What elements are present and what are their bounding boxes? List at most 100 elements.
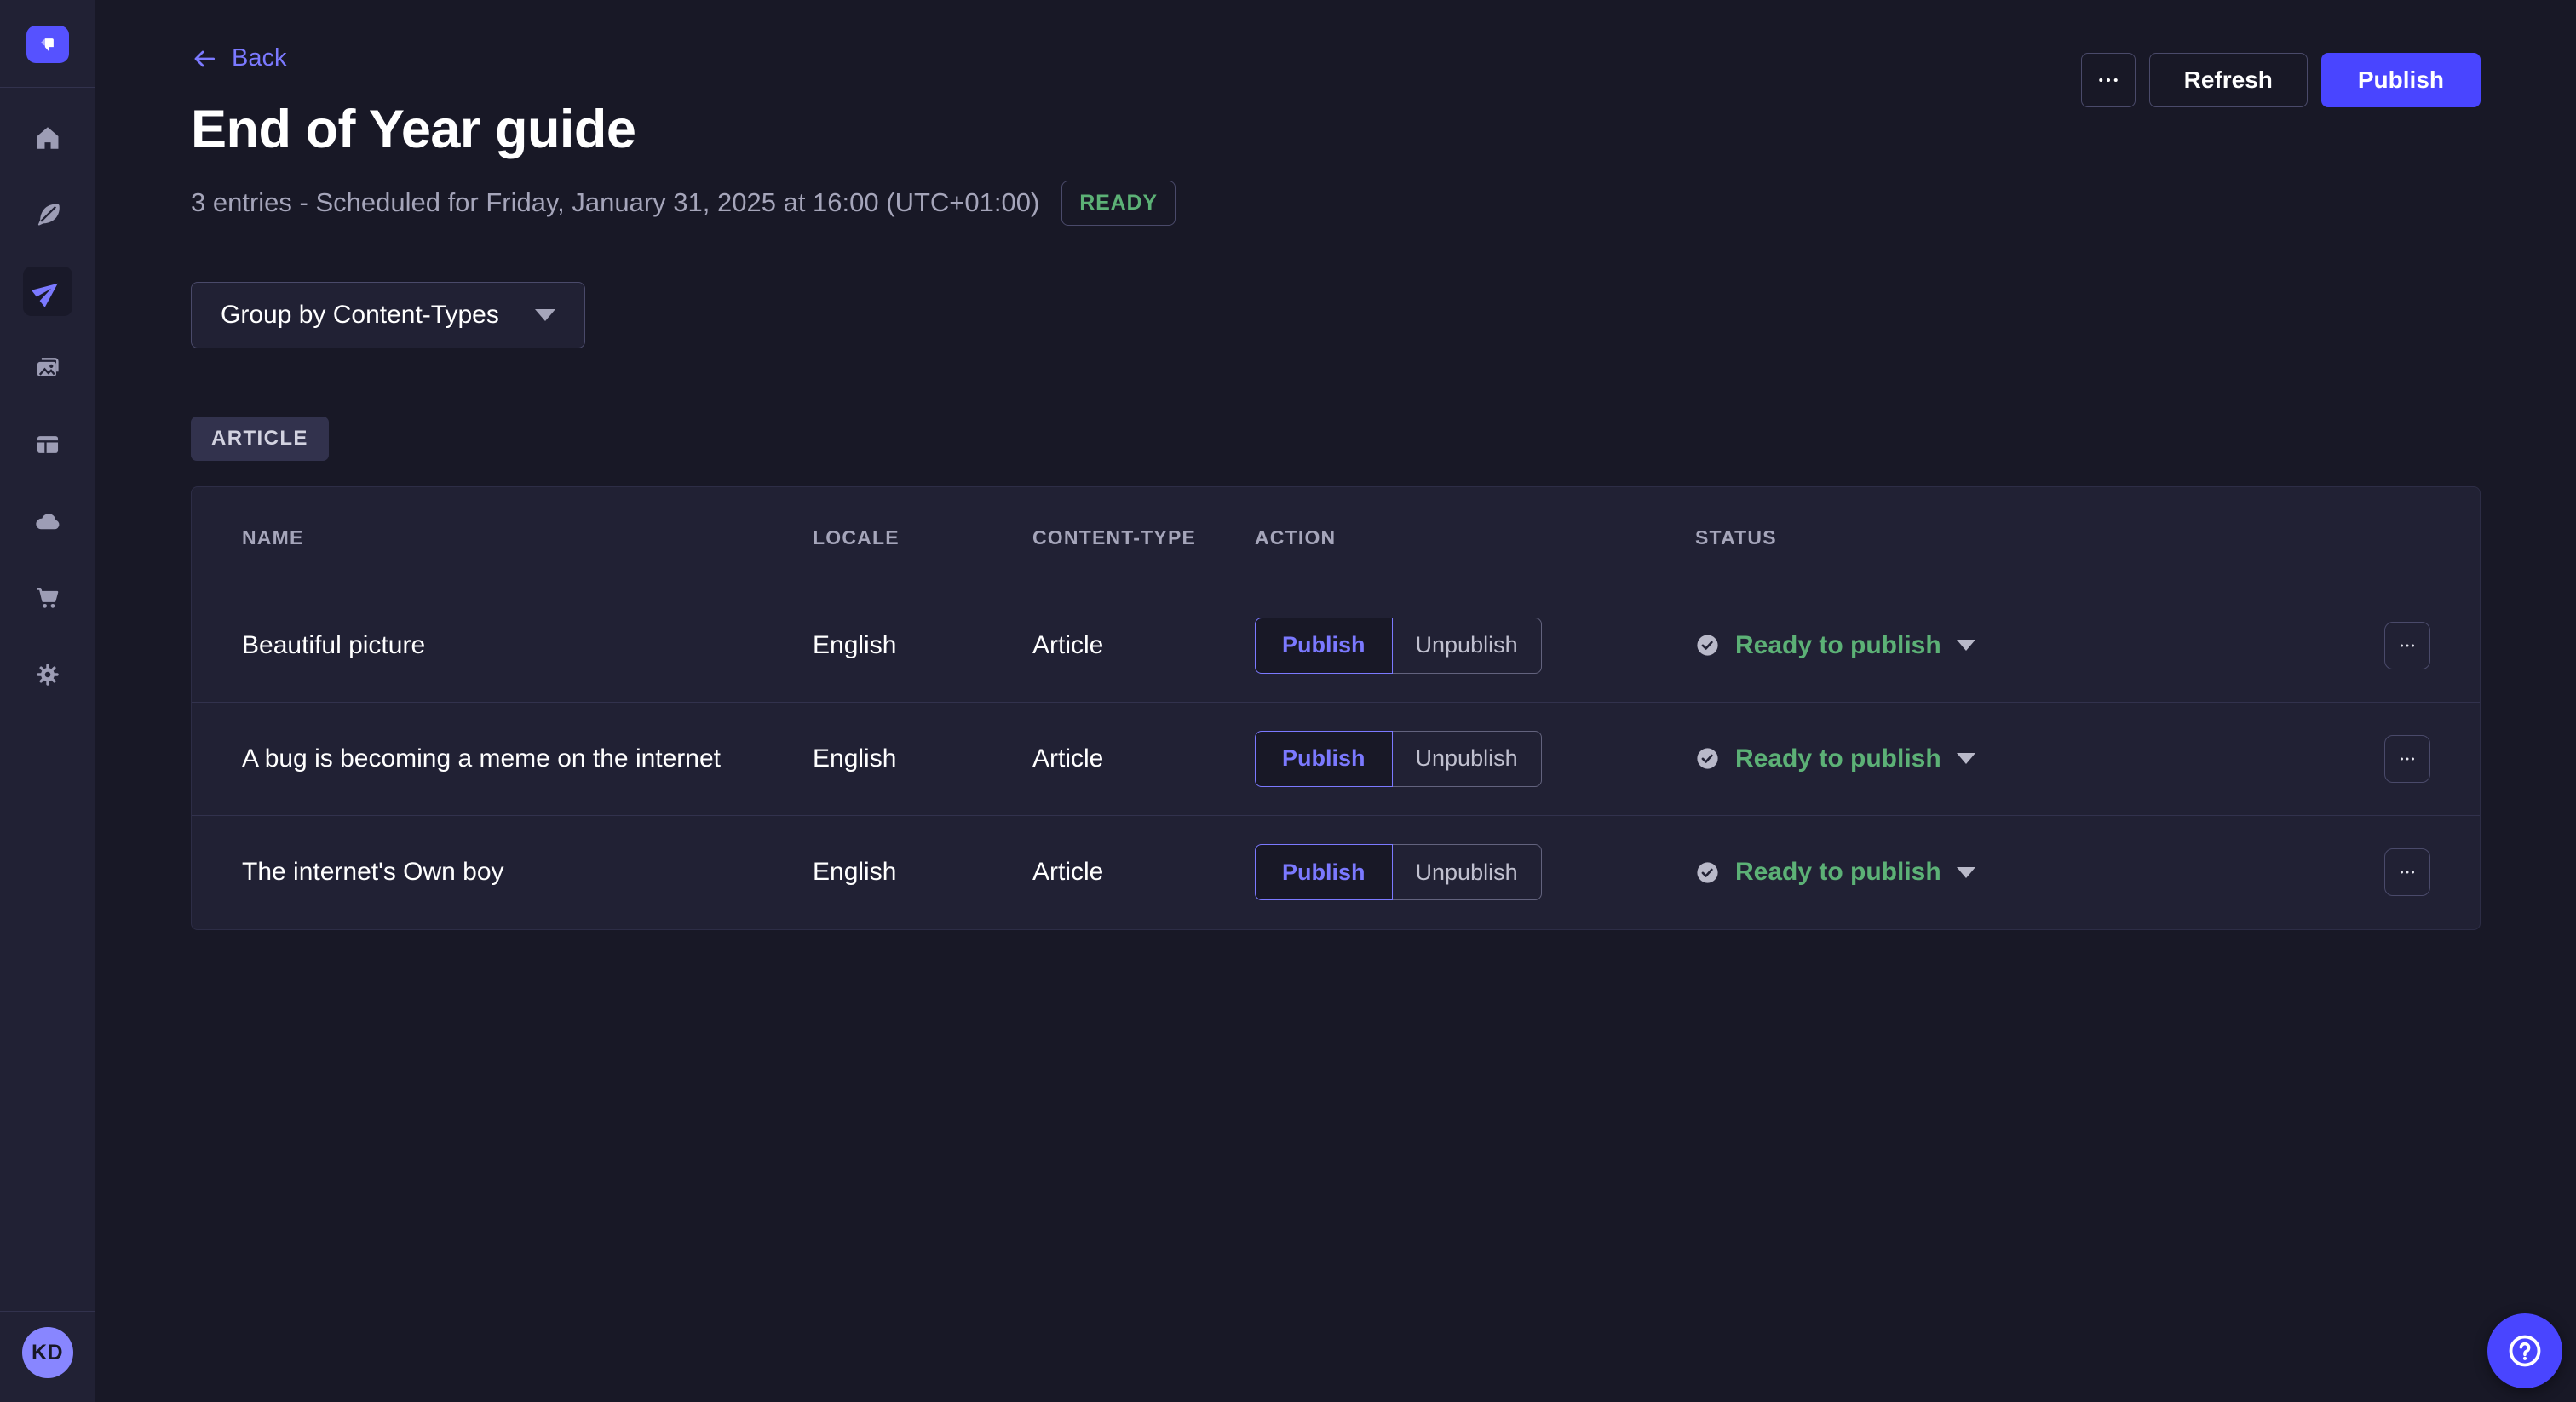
app-root: KD Back End of Year guide 3 entries - Sc… [0, 0, 2576, 1402]
column-header-status: STATUS [1695, 526, 2384, 549]
publish-release-button[interactable]: Publish [2321, 53, 2481, 107]
entry-locale: English [813, 858, 1032, 887]
entry-content-type: Article [1032, 744, 1255, 773]
sidebar-item-content-manager[interactable] [23, 190, 72, 239]
entry-name: Beautiful picture [242, 631, 813, 660]
ellipsis-icon [2397, 749, 2418, 769]
feather-icon [33, 200, 62, 229]
row-more-button[interactable] [2384, 735, 2430, 783]
header-actions: Refresh Publish [2081, 53, 2481, 107]
sidebar-footer-divider [0, 1311, 95, 1312]
home-icon [33, 124, 62, 152]
sidebar-item-content-type-builder[interactable] [23, 420, 72, 469]
publish-toggle-group: Publish Unpublish [1255, 844, 1542, 900]
column-header-name: NAME [242, 526, 813, 549]
entry-content-type: Article [1032, 631, 1255, 660]
entry-more-cell [2384, 848, 2432, 896]
refresh-button[interactable]: Refresh [2149, 53, 2308, 107]
entry-status-label[interactable]: Ready to publish [1735, 744, 1941, 773]
entry-name: The internet's Own boy [242, 858, 813, 887]
check-circle-icon [1695, 746, 1720, 771]
content-type-group-tag: ARTICLE [191, 417, 329, 461]
gear-icon [33, 660, 62, 689]
row-publish-button[interactable]: Publish [1255, 731, 1393, 787]
table-body: Beautiful picture English Article Publis… [192, 589, 2480, 929]
chevron-down-icon [535, 309, 555, 321]
entry-status-label[interactable]: Ready to publish [1735, 631, 1941, 660]
row-publish-button[interactable]: Publish [1255, 844, 1393, 900]
entry-status-cell: Ready to publish [1695, 631, 2384, 660]
status-wrap: Ready to publish [1695, 858, 2384, 887]
group-by-label: Group by Content-Types [221, 301, 499, 330]
ellipsis-icon [2397, 862, 2418, 882]
entry-status-cell: Ready to publish [1695, 858, 2384, 887]
group-by-select[interactable]: Group by Content-Types [191, 282, 585, 348]
publish-toggle-group: Publish Unpublish [1255, 618, 1542, 674]
check-circle-icon [1695, 633, 1720, 658]
entry-status-cell: Ready to publish [1695, 744, 2384, 773]
column-header-content-type: CONTENT-TYPE [1032, 526, 1255, 549]
table-row: The internet's Own boy English Article P… [192, 816, 2480, 929]
table-row: Beautiful picture English Article Publis… [192, 589, 2480, 703]
sidebar: KD [0, 0, 95, 1402]
page-header-left: Back End of Year guide 3 entries - Sched… [191, 0, 1176, 226]
check-circle-icon [1695, 860, 1720, 885]
row-unpublish-button[interactable]: Unpublish [1393, 844, 1542, 900]
column-header-locale: LOCALE [813, 526, 1032, 549]
status-chevron-down-icon[interactable] [1957, 867, 1975, 878]
sidebar-item-cloud[interactable] [23, 497, 72, 546]
release-meta: 3 entries - Scheduled for Friday, Januar… [191, 181, 1176, 226]
sidebar-item-settings[interactable] [23, 650, 72, 699]
sidebar-item-media-library[interactable] [23, 343, 72, 393]
entry-locale: English [813, 631, 1032, 660]
entry-more-cell [2384, 735, 2432, 783]
paper-plane-icon [32, 276, 63, 307]
entries-table: NAME LOCALE CONTENT-TYPE ACTION STATUS B… [191, 486, 2481, 930]
publish-toggle-group: Publish Unpublish [1255, 731, 1542, 787]
entry-locale: English [813, 744, 1032, 773]
row-unpublish-button[interactable]: Unpublish [1393, 618, 1542, 674]
arrow-left-icon [191, 45, 218, 72]
entry-action-cell: Publish Unpublish [1255, 618, 1695, 674]
help-button[interactable] [2487, 1313, 2562, 1388]
column-header-action: ACTION [1255, 526, 1695, 549]
release-more-button[interactable] [2081, 53, 2136, 107]
back-label: Back [232, 44, 286, 72]
row-publish-button[interactable]: Publish [1255, 618, 1393, 674]
shopping-cart-icon [33, 583, 62, 612]
status-badge: READY [1061, 181, 1176, 226]
table-row: A bug is becoming a meme on the internet… [192, 703, 2480, 816]
entry-more-cell [2384, 622, 2432, 669]
status-chevron-down-icon[interactable] [1957, 753, 1975, 764]
sidebar-item-home[interactable] [23, 113, 72, 163]
page-title: End of Year guide [191, 99, 1176, 160]
release-summary: 3 entries - Scheduled for Friday, Januar… [191, 187, 1039, 218]
status-wrap: Ready to publish [1695, 744, 2384, 773]
row-unpublish-button[interactable]: Unpublish [1393, 731, 1542, 787]
strapi-logo-icon [35, 32, 60, 57]
entry-action-cell: Publish Unpublish [1255, 731, 1695, 787]
back-link[interactable]: Back [191, 44, 286, 72]
entry-status-label[interactable]: Ready to publish [1735, 858, 1941, 887]
row-more-button[interactable] [2384, 622, 2430, 669]
entry-content-type: Article [1032, 858, 1255, 887]
sidebar-footer: KD [0, 1311, 95, 1402]
row-more-button[interactable] [2384, 848, 2430, 896]
status-chevron-down-icon[interactable] [1957, 640, 1975, 651]
page-header: Back End of Year guide 3 entries - Sched… [191, 0, 2481, 226]
sidebar-item-releases[interactable] [23, 267, 72, 316]
strapi-logo[interactable] [26, 26, 69, 63]
sidebar-nav [23, 113, 72, 699]
main-content: Back End of Year guide 3 entries - Sched… [95, 0, 2576, 1402]
question-mark-icon [2505, 1331, 2544, 1370]
ellipsis-icon [2397, 635, 2418, 656]
sidebar-divider [0, 87, 95, 88]
table-header: NAME LOCALE CONTENT-TYPE ACTION STATUS [192, 487, 2480, 589]
entry-name: A bug is becoming a meme on the internet [242, 744, 813, 773]
ellipsis-icon [2096, 67, 2121, 93]
entry-action-cell: Publish Unpublish [1255, 844, 1695, 900]
layout-icon [33, 430, 62, 459]
user-avatar[interactable]: KD [22, 1327, 73, 1378]
status-wrap: Ready to publish [1695, 631, 2384, 660]
sidebar-item-marketplace[interactable] [23, 573, 72, 623]
